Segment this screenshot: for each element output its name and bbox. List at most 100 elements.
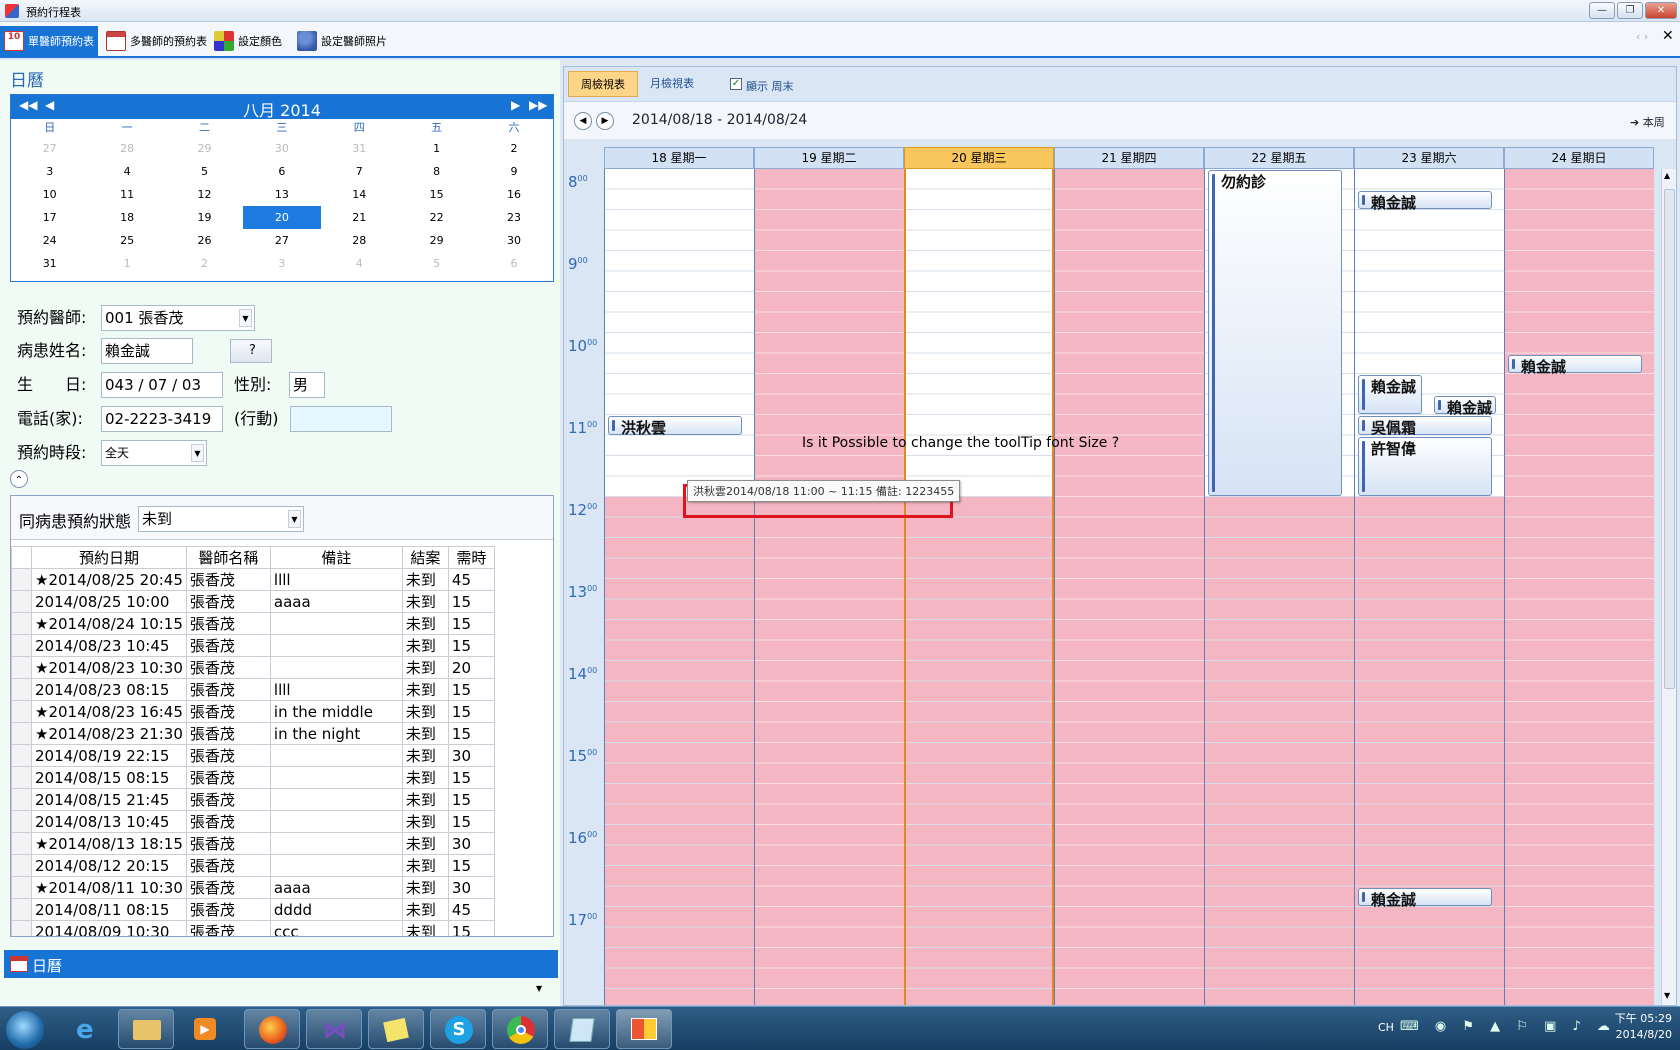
calendar-day[interactable]: 21 <box>321 206 398 229</box>
calendar-day[interactable]: 27 <box>11 137 88 160</box>
calendar-day[interactable]: 28 <box>88 137 165 160</box>
calendar-day[interactable]: 11 <box>88 183 165 206</box>
visual-studio-icon[interactable]: ⋈ <box>306 1009 362 1049</box>
tray-icons[interactable]: ⌨ ◉ ⚑ ▲ ⚐ ▣ ♪ ☁ <box>1400 1019 1616 1034</box>
tab-multi-doctor[interactable]: 多醫師的預約表 <box>102 26 211 56</box>
day-header[interactable]: 19 星期二 <box>754 147 904 169</box>
table-row[interactable]: 2014/08/15 08:15 張香茂 未到 15 <box>11 766 495 789</box>
calendar-day[interactable]: 18 <box>88 206 165 229</box>
calendar-day[interactable]: 31 <box>11 252 88 275</box>
calendar-day[interactable]: 23 <box>475 206 552 229</box>
row-header[interactable] <box>11 722 32 745</box>
phone-field[interactable]: 02-2223-3419 <box>101 406 223 432</box>
table-row[interactable]: 2014/08/15 21:45 張香茂 未到 15 <box>11 788 495 811</box>
table-row[interactable]: ★2014/08/13 18:15 張香茂 未到 30 <box>11 832 495 855</box>
status-filter-dropdown[interactable]: 未到 ▼ <box>138 506 304 532</box>
this-week-button[interactable]: ➔ 本周 <box>1630 114 1665 130</box>
row-header[interactable] <box>11 898 32 921</box>
day-column[interactable] <box>904 169 1054 1005</box>
notepad-icon[interactable] <box>554 1009 610 1049</box>
lookup-button[interactable]: ? <box>230 339 272 363</box>
appointment[interactable]: 勿約診 <box>1208 170 1342 496</box>
day-header[interactable]: 21 星期四 <box>1054 147 1204 169</box>
calendar-day[interactable]: 16 <box>475 183 552 206</box>
vertical-scrollbar[interactable]: ▲ ▼ <box>1661 169 1676 1005</box>
calendar-day[interactable]: 5 <box>166 160 243 183</box>
appointment[interactable]: 許智偉 <box>1358 436 1492 496</box>
calendar-day[interactable]: 29 <box>398 229 475 252</box>
calendar-day[interactable]: 30 <box>475 229 552 252</box>
maximize-button[interactable]: ❐ <box>1617 2 1643 19</box>
row-header[interactable] <box>11 678 32 701</box>
calendar-day[interactable]: 10 <box>11 183 88 206</box>
calendar-day[interactable]: 15 <box>398 183 475 206</box>
appointment[interactable]: 賴金誠 <box>1434 395 1496 417</box>
show-weekend-checkbox[interactable]: ✓ 顯示 周末 <box>730 78 794 94</box>
row-header[interactable] <box>11 634 32 657</box>
day-column[interactable] <box>604 169 754 1005</box>
table-row[interactable]: ★2014/08/23 21:30 張香茂 in the night 未到 15 <box>11 722 495 745</box>
calendar-day[interactable]: 4 <box>88 160 165 183</box>
calendar-day[interactable]: 24 <box>11 229 88 252</box>
internet-explorer-icon[interactable]: e <box>60 1009 116 1049</box>
table-row[interactable]: ★2014/08/11 10:30 張香茂 aaaa 未到 30 <box>11 876 495 899</box>
media-player-icon[interactable]: ▶ <box>176 1009 232 1049</box>
next-year-button[interactable]: ▶▶ <box>529 98 547 112</box>
table-row[interactable]: 2014/08/19 22:15 張香茂 未到 30 <box>11 744 495 767</box>
slot-dropdown[interactable]: 全天 ▼ <box>101 440 207 466</box>
day-column[interactable] <box>1504 169 1654 1005</box>
scroll-thumb[interactable] <box>1664 189 1675 689</box>
row-header[interactable] <box>11 590 32 613</box>
close-tab-button[interactable]: ✕ <box>1662 28 1674 44</box>
firefox-icon[interactable] <box>244 1009 300 1049</box>
doctor-dropdown[interactable]: 001 張香茂 ▼ <box>101 305 255 331</box>
calendar-day[interactable]: 25 <box>88 229 165 252</box>
tab-month-view[interactable]: 月檢視表 <box>638 71 706 97</box>
tab-single-doctor[interactable]: 10 單醫師預約表 <box>0 26 98 56</box>
scroll-up-icon[interactable]: ▲ <box>1664 171 1670 180</box>
row-header[interactable] <box>11 832 32 855</box>
calendar-day[interactable]: 8 <box>398 160 475 183</box>
scroll-arrows-icon[interactable]: ‹ › <box>1636 30 1648 43</box>
calendar-day[interactable]: 31 <box>321 137 398 160</box>
day-column[interactable] <box>1354 169 1504 1005</box>
table-row[interactable]: ★2014/08/23 16:45 張香茂 in the middle 未到 15 <box>11 700 495 723</box>
calendar-day[interactable]: 12 <box>166 183 243 206</box>
appointment[interactable]: 洪秋雲 <box>608 416 742 437</box>
close-window-button[interactable]: ✕ <box>1645 2 1677 19</box>
app-window-icon[interactable] <box>616 1009 672 1049</box>
calendar-day[interactable]: 6 <box>243 160 320 183</box>
table-row[interactable]: ★2014/08/23 10:30 張香茂 未到 20 <box>11 656 495 679</box>
day-header[interactable]: 23 星期六 <box>1354 147 1504 169</box>
tab-week-view[interactable]: 周檢視表 <box>568 71 638 97</box>
minimize-button[interactable]: — <box>1589 2 1615 19</box>
calendar-day[interactable]: 26 <box>166 229 243 252</box>
table-row[interactable]: 2014/08/13 10:45 張香茂 未到 15 <box>11 810 495 833</box>
calendar-day[interactable]: 4 <box>321 252 398 275</box>
calendar-day[interactable]: 30 <box>243 137 320 160</box>
calendar-day[interactable]: 29 <box>166 137 243 160</box>
overflow-arrow-icon[interactable]: ▼ <box>536 984 542 993</box>
row-header[interactable] <box>11 700 32 723</box>
calendar-day[interactable]: 5 <box>398 252 475 275</box>
table-row[interactable]: 2014/08/11 08:15 張香茂 dddd 未到 45 <box>11 898 495 921</box>
calendar-day[interactable]: 19 <box>166 206 243 229</box>
column-header[interactable]: 結案 <box>401 546 449 569</box>
start-orb-icon[interactable] <box>6 1011 44 1049</box>
calendar-day[interactable]: 1 <box>398 137 475 160</box>
row-header[interactable] <box>11 920 32 936</box>
calendar-day[interactable]: 6 <box>475 252 552 275</box>
clock-date[interactable]: 2014/8/20 <box>1592 1028 1672 1041</box>
calendar-day[interactable]: 28 <box>321 229 398 252</box>
chrome-icon[interactable] <box>492 1009 548 1049</box>
table-row[interactable]: 2014/08/12 20:15 張香茂 未到 15 <box>11 854 495 877</box>
calendar-day[interactable]: 13 <box>243 183 320 206</box>
day-header[interactable]: 20 星期三 <box>904 147 1054 169</box>
column-header[interactable]: 需時 <box>447 546 495 569</box>
appointment[interactable]: 賴金誠 <box>1358 375 1422 414</box>
calendar-day[interactable]: 20 <box>243 206 321 229</box>
skype-icon[interactable]: S <box>430 1009 486 1049</box>
mobile-field[interactable] <box>290 406 392 432</box>
row-header[interactable] <box>11 788 32 811</box>
calendar-day[interactable]: 1 <box>88 252 165 275</box>
